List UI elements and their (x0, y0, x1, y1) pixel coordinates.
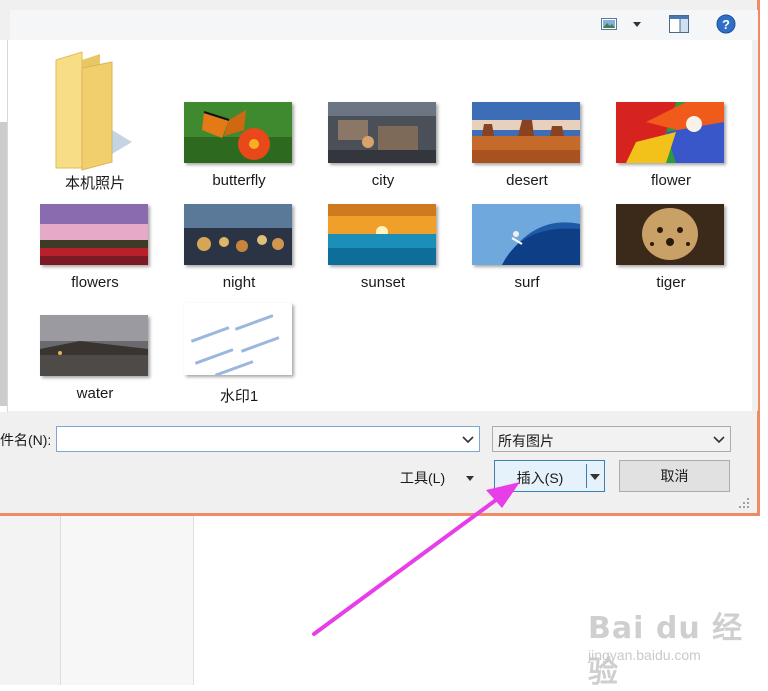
list-item-label: surf (514, 274, 540, 291)
list-item-label: city (371, 172, 395, 189)
sunset-thumbnail (328, 204, 436, 265)
list-item-surf[interactable]: surf (462, 204, 592, 292)
background-column-panel (61, 515, 194, 685)
night-thumbnail (184, 204, 292, 265)
list-item-label: sunset (360, 274, 406, 291)
help-icon[interactable]: ? (714, 12, 738, 36)
svg-text:?: ? (722, 17, 730, 32)
navigation-pane-scrollbar[interactable] (0, 40, 8, 412)
butterfly-thumbnail (184, 102, 292, 163)
preview-pane-icon[interactable] (667, 12, 691, 36)
list-item-label: 水印1 (219, 388, 259, 405)
list-item-sunset[interactable]: sunset (318, 204, 448, 292)
list-item-label: flower (650, 172, 691, 189)
list-item-desert[interactable]: desert (462, 102, 592, 190)
list-item-watermark[interactable]: 水印1 (174, 303, 304, 405)
list-item-water[interactable]: water (30, 315, 160, 403)
filename-input[interactable] (56, 426, 480, 452)
list-item-tiger[interactable]: tiger (606, 204, 736, 292)
list-item-label: tiger (656, 274, 686, 291)
chevron-down-icon[interactable] (464, 471, 476, 483)
baidu-jingyan-watermark: Bai du 经验 jingyan.baidu.com (588, 603, 758, 690)
list-item-label: 本机照片 (64, 175, 125, 192)
filename-label: 件名(N): (0, 432, 52, 448)
tiger-thumbnail (616, 204, 724, 265)
list-item-label: flowers (71, 274, 119, 291)
dialog-toolbar: ? (10, 10, 758, 41)
list-item-label: desert (506, 172, 548, 189)
list-item-label: water (76, 385, 114, 402)
insert-button[interactable]: 插入(S) (494, 460, 605, 492)
flowers-thumbnail (40, 204, 148, 265)
surf-thumbnail (472, 204, 580, 265)
file-list: 本机照片 butterfly city desert flower flower… (8, 40, 752, 411)
list-item-folder[interactable]: 本机照片 (30, 48, 160, 192)
list-item-night[interactable]: night (174, 204, 304, 292)
folder-icon (42, 50, 152, 172)
chevron-down-icon[interactable] (589, 470, 601, 482)
view-thumbnails-icon[interactable] (600, 12, 618, 36)
chevron-down-icon[interactable] (461, 432, 475, 446)
list-item-label: butterfly (212, 172, 266, 189)
desert-thumbnail (472, 102, 580, 163)
watermark-thumbnail (184, 303, 292, 375)
water-thumbnail (40, 315, 148, 376)
list-item-flower[interactable]: flower (606, 102, 736, 190)
cancel-button[interactable]: 取消 (619, 460, 730, 492)
list-item-city[interactable]: city (318, 102, 448, 190)
flower-thumbnail (616, 102, 724, 163)
tools-menu-button[interactable]: 工具(L) (400, 468, 445, 488)
scrollbar-thumb[interactable] (0, 122, 7, 406)
list-item-label: night (222, 274, 256, 291)
filter-value: 所有图片 (498, 433, 554, 449)
chevron-down-icon (712, 432, 726, 446)
file-list-right-edge (752, 40, 758, 411)
list-item-flowers[interactable]: flowers (30, 204, 160, 292)
list-item-butterfly[interactable]: butterfly (174, 102, 304, 190)
file-type-filter[interactable]: 所有图片 (492, 426, 731, 452)
chevron-down-icon[interactable] (630, 12, 644, 36)
background-left-panel (0, 515, 61, 685)
split-divider (586, 464, 587, 488)
insert-button-label: 插入(S) (516, 470, 564, 486)
watermark-url: jingyan.baidu.com (588, 647, 701, 663)
city-thumbnail (328, 102, 436, 163)
resize-grip-icon[interactable] (738, 496, 750, 508)
